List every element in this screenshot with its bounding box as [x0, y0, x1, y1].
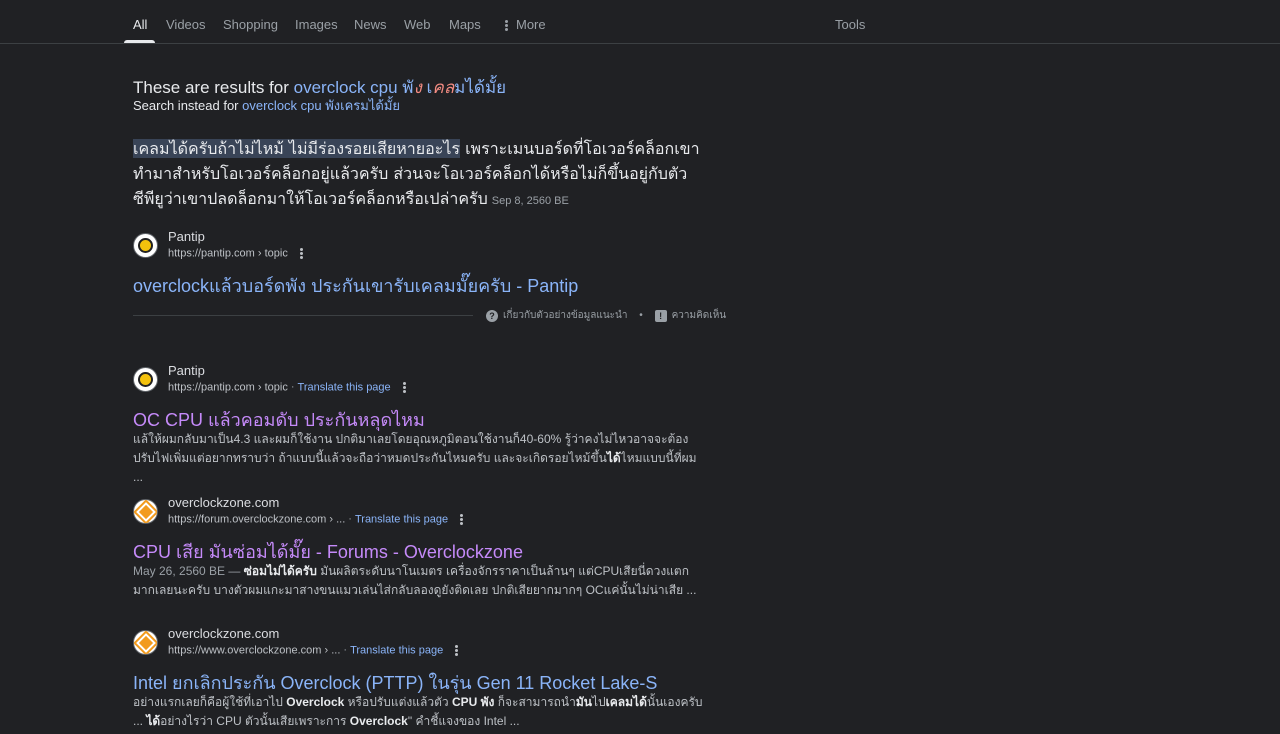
- tab-more-label: More: [516, 17, 546, 32]
- active-tab-indicator: [124, 40, 155, 43]
- site-name: overclockzone.com: [168, 495, 280, 510]
- snippet-text: ไป: [591, 695, 606, 709]
- snippet-bold: ซ่อมไม่ได้ครับ: [243, 564, 317, 578]
- tab-images[interactable]: Images: [295, 17, 338, 32]
- site-url-text: https://www.overclockzone.com › ...: [168, 644, 341, 657]
- featured-result-title[interactable]: overclockแล้วบอร์ดพัง ประกันเขารับเคลมมั…: [133, 271, 578, 300]
- snippet-text: ก็จะสามารถนำ: [494, 695, 576, 709]
- snippet-bold: เคลมได้: [605, 695, 647, 709]
- featured-feedback-row: ? เกี่ยวกับตัวอย่างข้อมูลแนะนำ • ! ความคิด…: [486, 308, 726, 323]
- snippet-text: แล้ให้ผมกลับมาเป็น4.3 และผมก็ใช้งาน ปกติ…: [133, 432, 689, 465]
- corrected-query-fix: ง: [413, 78, 422, 97]
- search-instead-label: Search instead for: [133, 98, 239, 113]
- translate-link[interactable]: Translate this page: [355, 513, 448, 525]
- tab-news[interactable]: News: [354, 17, 387, 32]
- site-url: https://forum.overclockzone.com › ... · Tr…: [168, 513, 464, 526]
- divider: [133, 315, 473, 316]
- tools-button[interactable]: Tools: [835, 17, 865, 32]
- site-url: https://pantip.com › topic: [168, 247, 303, 260]
- help-circle-icon: ?: [486, 309, 498, 322]
- snippet-text: " คำชี้แจงของ Intel ...: [407, 714, 520, 728]
- feedback-icon: !: [654, 309, 667, 322]
- tab-more[interactable]: More: [505, 17, 546, 32]
- snippet-date: May 26, 2560 BE —: [133, 564, 244, 578]
- snippet-bold: Overclock: [286, 695, 345, 709]
- translate-link[interactable]: Translate this page: [350, 644, 443, 656]
- site-name: Pantip: [168, 229, 205, 244]
- result-snippet: แล้ให้ผมกลับมาเป็น4.3 และผมก็ใช้งาน ปกติ…: [133, 430, 708, 487]
- tab-videos[interactable]: Videos: [166, 17, 206, 32]
- more-vert-icon: [505, 19, 508, 32]
- more-options-icon[interactable]: [402, 381, 406, 394]
- featured-highlight: เคลมได้ครับถ้าไม่ไหม้ ไม่มีร่องรอยเสียหา…: [133, 139, 460, 158]
- tab-maps[interactable]: Maps: [449, 17, 481, 32]
- search-instead: Search instead for overclock cpu พังเครม…: [133, 95, 400, 116]
- site-url-text: https://pantip.com › topic: [168, 381, 288, 394]
- featured-snippet-text: เคลมได้ครับถ้าไม่ไหม้ ไม่มีร่องรอยเสียหา…: [133, 136, 708, 214]
- snippet-bold: ได้: [606, 451, 621, 465]
- separator-dot: •: [639, 310, 643, 322]
- translate-link[interactable]: Translate this page: [298, 381, 391, 393]
- site-name: Pantip: [168, 363, 205, 378]
- pantip-favicon-icon: [133, 233, 158, 258]
- site-url: https://pantip.com › topic · Translate thi…: [168, 381, 406, 394]
- site-name: overclockzone.com: [168, 626, 280, 641]
- result-snippet: อย่างแรกเลยก็คือผู้ใช้ที่เอาไป Overclock…: [133, 693, 708, 731]
- snippet-text: อย่างแรกเลยก็คือผู้ใช้ที่เอาไป: [133, 695, 287, 709]
- about-featured-snippets-link[interactable]: เกี่ยวกับตัวอย่างข้อมูลแนะนำ: [503, 310, 628, 321]
- search-tabs-bar: All Videos Shopping Images News Web Maps…: [0, 0, 1280, 44]
- overclockzone-favicon-icon: [133, 630, 158, 655]
- result-snippet: May 26, 2560 BE — ซ่อมไม่ได้ครับ มันผลิต…: [133, 562, 708, 600]
- site-url: https://www.overclockzone.com › ... · Tran…: [168, 644, 459, 657]
- more-options-icon[interactable]: [299, 247, 303, 260]
- site-url-text: https://pantip.com › topic: [168, 247, 288, 260]
- feedback-link[interactable]: ความคิดเห็น: [672, 310, 727, 321]
- corrected-query-part: มได้มั้ย: [454, 78, 507, 97]
- more-options-icon[interactable]: [455, 644, 459, 657]
- tab-web[interactable]: Web: [404, 17, 431, 32]
- snippet-bold: ได้: [146, 714, 161, 728]
- corrected-query-fix: ล: [443, 78, 455, 97]
- snippet-text: อย่างไรว่า CPU ตัวนั้นเสียเพราะการ: [160, 714, 350, 728]
- overclockzone-favicon-icon: [133, 499, 158, 524]
- corrected-query-part: เ: [421, 78, 433, 97]
- snippet-bold: Overclock: [349, 714, 408, 728]
- featured-date: Sep 8, 2560 BE: [491, 195, 569, 207]
- snippet-bold: CPU พัง: [451, 695, 495, 709]
- snippet-text: หรือปรับแต่งแล้วตัว: [344, 695, 452, 709]
- site-url-text: https://forum.overclockzone.com › ...: [168, 513, 346, 526]
- tab-shopping[interactable]: Shopping: [223, 17, 278, 32]
- pantip-favicon-icon: [133, 367, 158, 392]
- original-query-link[interactable]: overclock cpu พังเครมได้มั้ย: [242, 98, 400, 113]
- more-options-icon[interactable]: [460, 513, 464, 526]
- snippet-bold: มัน: [575, 695, 592, 709]
- tab-all[interactable]: All: [133, 17, 147, 32]
- corrected-query-fix: ค: [432, 78, 444, 97]
